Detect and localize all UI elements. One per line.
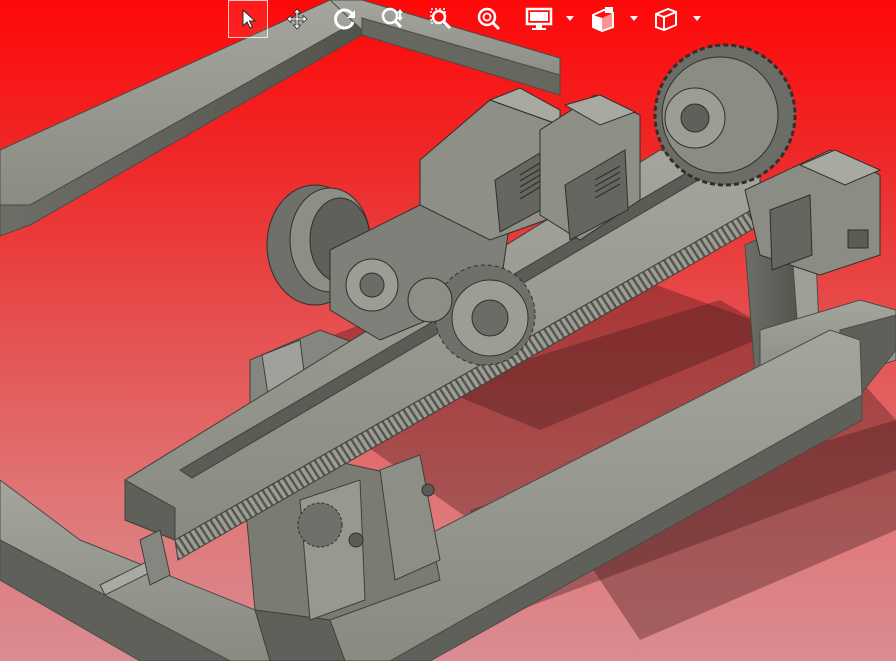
views-icon [592,7,614,32]
view-orientation-button[interactable] [583,0,623,38]
assembly-model [0,0,896,661]
chevron-down-icon [693,16,701,21]
display-style-button[interactable] [519,0,559,38]
display-style-dropdown[interactable] [565,12,575,26]
arrow-pointer-icon [242,8,257,29]
chevron-down-icon [566,16,574,21]
zoom-window-icon [430,8,452,30]
standard-view-button[interactable] [646,0,686,38]
chevron-down-icon [630,16,638,21]
view-orientation-dropdown[interactable] [629,12,639,26]
pan-tool-button[interactable] [277,0,317,38]
zoom-fit-icon [477,7,501,31]
move-arrows-icon [286,8,308,30]
zoom-tool-button[interactable] [373,0,413,38]
select-tool-button[interactable] [228,0,268,38]
zoom-fit-button[interactable] [469,0,509,38]
3d-viewport[interactable] [0,0,896,661]
rotate-icon [334,8,355,30]
large-gear [653,43,797,187]
view-toolbar [228,0,708,38]
standard-view-dropdown[interactable] [692,12,702,26]
zoom-window-button[interactable] [421,0,461,38]
zoom-in-out-icon [381,7,403,29]
cube-icon [655,7,677,32]
rotate-tool-button[interactable] [325,0,365,38]
monitor-icon [525,7,553,30]
